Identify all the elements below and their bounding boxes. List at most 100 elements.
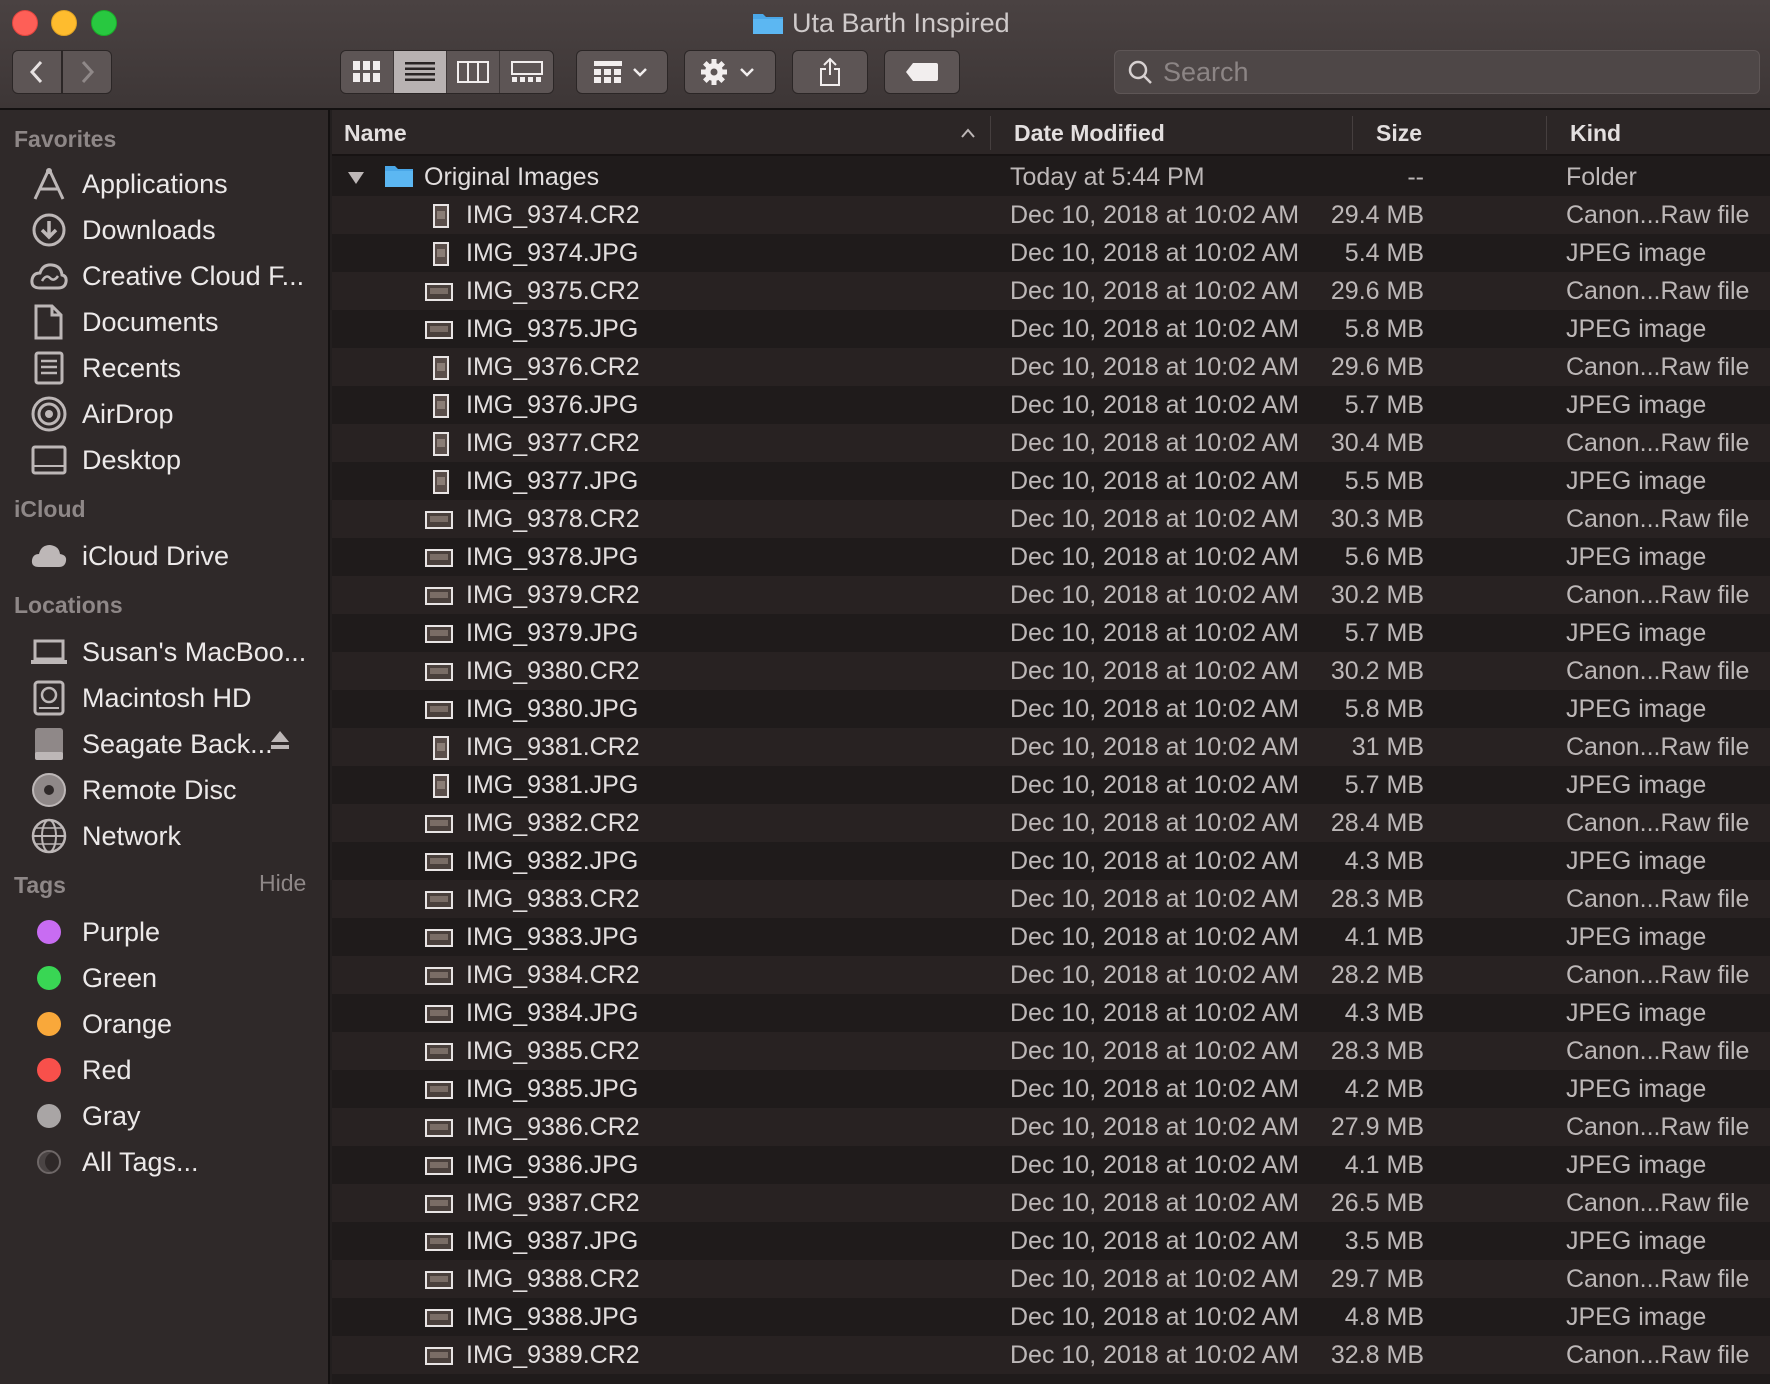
file-name: IMG_9378.CR2 (466, 505, 640, 533)
disc-icon (30, 771, 68, 809)
list-view-button[interactable] (394, 51, 447, 93)
file-row[interactable]: IMG_9380.CR2 Dec 10, 2018 at 10:02 AM 30.2… (332, 652, 1770, 690)
sidebar-item-macbook[interactable]: Susan's MacBoo... (30, 630, 320, 674)
folder-icon (752, 11, 784, 35)
file-row[interactable]: IMG_9381.JPG Dec 10, 2018 at 10:02 AM 5.7 … (332, 766, 1770, 804)
file-row[interactable]: IMG_9384.JPG Dec 10, 2018 at 10:02 AM 4.3 … (332, 994, 1770, 1032)
column-header-kind[interactable]: Kind (1570, 110, 1621, 156)
file-name: IMG_9384.JPG (466, 999, 639, 1027)
file-row[interactable]: IMG_9385.JPG Dec 10, 2018 at 10:02 AM 4.2 … (332, 1070, 1770, 1108)
group-by-button[interactable] (576, 50, 668, 94)
sidebar-item-documents[interactable]: Documents (30, 300, 320, 344)
file-row[interactable]: IMG_9374.JPG Dec 10, 2018 at 10:02 AM 5.4 … (332, 234, 1770, 272)
sidebar-item-label: Gray (82, 1100, 141, 1131)
image-portrait-thumbnail-icon (433, 470, 449, 494)
sidebar-item-creative-cloud[interactable]: Creative Cloud F... (30, 254, 320, 298)
file-row[interactable]: IMG_9383.CR2 Dec 10, 2018 at 10:02 AM 28.3… (332, 880, 1770, 918)
file-row[interactable]: IMG_9384.CR2 Dec 10, 2018 at 10:02 AM 28.2… (332, 956, 1770, 994)
sidebar-tag-all-tags[interactable]: All Tags... (30, 1140, 320, 1184)
file-row[interactable]: IMG_9379.JPG Dec 10, 2018 at 10:02 AM 5.7 … (332, 614, 1770, 652)
eject-icon[interactable] (270, 730, 290, 752)
file-row[interactable]: IMG_9382.JPG Dec 10, 2018 at 10:02 AM 4.3 … (332, 842, 1770, 880)
folder-row[interactable]: Original Images Today at 5:44 PM -- Fold… (332, 158, 1770, 196)
sidebar-tag-red[interactable]: Red (30, 1048, 320, 1092)
minimize-window-button[interactable] (51, 10, 77, 36)
back-button[interactable] (12, 50, 62, 94)
sidebar-item-remote-disc[interactable]: Remote Disc (30, 768, 320, 812)
forward-button[interactable] (62, 50, 112, 94)
file-row[interactable]: IMG_9374.CR2 Dec 10, 2018 at 10:02 AM 29.4… (332, 196, 1770, 234)
file-size: 5.8 MB (1344, 695, 1424, 723)
close-window-button[interactable] (12, 10, 38, 36)
file-row[interactable]: IMG_9386.JPG Dec 10, 2018 at 10:02 AM 4.1 … (332, 1146, 1770, 1184)
columns-icon (457, 61, 489, 83)
sidebar-tag-orange[interactable]: Orange (30, 1002, 320, 1046)
column-header-size[interactable]: Size (1376, 110, 1422, 156)
file-row[interactable]: IMG_9387.JPG Dec 10, 2018 at 10:02 AM 3.5 … (332, 1222, 1770, 1260)
file-row[interactable]: IMG_9389.CR2 Dec 10, 2018 at 10:02 AM 32.8… (332, 1336, 1770, 1374)
file-row[interactable]: IMG_9377.JPG Dec 10, 2018 at 10:02 AM 5.5 … (332, 462, 1770, 500)
file-name: IMG_9376.JPG (466, 391, 639, 419)
file-row[interactable]: IMG_9388.JPG Dec 10, 2018 at 10:02 AM 4.8 … (332, 1298, 1770, 1336)
file-size: 4.2 MB (1344, 1075, 1424, 1103)
zoom-window-button[interactable] (91, 10, 117, 36)
column-header-date[interactable]: Date Modified (1014, 110, 1165, 156)
search-input[interactable] (1163, 56, 1723, 88)
sidebar-item-network[interactable]: Network (30, 814, 320, 858)
gallery-view-button[interactable] (500, 51, 553, 93)
file-row[interactable]: IMG_9387.CR2 Dec 10, 2018 at 10:02 AM 26.5… (332, 1184, 1770, 1222)
file-size: 4.3 MB (1344, 999, 1424, 1027)
file-row[interactable]: IMG_9376.CR2 Dec 10, 2018 at 10:02 AM 29.6… (332, 348, 1770, 386)
action-menu-button[interactable] (684, 50, 776, 94)
file-row[interactable]: IMG_9381.CR2 Dec 10, 2018 at 10:02 AM 31 M… (332, 728, 1770, 766)
file-size: 27.9 MB (1330, 1113, 1424, 1141)
hide-tags-button[interactable]: Hide (259, 870, 306, 897)
sidebar-item-macintosh-hd[interactable]: Macintosh HD (30, 676, 320, 720)
file-row[interactable]: IMG_9377.CR2 Dec 10, 2018 at 10:02 AM 30.4… (332, 424, 1770, 462)
file-row[interactable]: IMG_9380.JPG Dec 10, 2018 at 10:02 AM 5.8 … (332, 690, 1770, 728)
sidebar-item-recents[interactable]: Recents (30, 346, 320, 390)
sort-ascending-icon (961, 128, 975, 138)
search-field[interactable] (1114, 50, 1760, 94)
file-row[interactable]: IMG_9386.CR2 Dec 10, 2018 at 10:02 AM 27.9… (332, 1108, 1770, 1146)
file-row[interactable]: IMG_9375.JPG Dec 10, 2018 at 10:02 AM 5.8 … (332, 310, 1770, 348)
sidebar-item-desktop[interactable]: Desktop (30, 438, 320, 482)
sidebar-item-seagate[interactable]: Seagate Back... (30, 722, 320, 766)
file-row[interactable]: IMG_9382.CR2 Dec 10, 2018 at 10:02 AM 28.4… (332, 804, 1770, 842)
disclosure-triangle-icon[interactable] (346, 170, 366, 186)
icon-view-button[interactable] (341, 51, 394, 93)
file-name: IMG_9383.CR2 (466, 885, 640, 913)
edit-tags-button[interactable] (884, 50, 960, 94)
file-row[interactable]: IMG_9376.JPG Dec 10, 2018 at 10:02 AM 5.7 … (332, 386, 1770, 424)
sidebar-tag-green[interactable]: Green (30, 956, 320, 1000)
file-row[interactable]: IMG_9388.CR2 Dec 10, 2018 at 10:02 AM 29.7… (332, 1260, 1770, 1298)
sidebar-tag-purple[interactable]: Purple (30, 910, 320, 954)
column-divider[interactable] (1352, 116, 1353, 150)
file-kind: JPEG image (1566, 999, 1707, 1027)
file-size: 4.3 MB (1344, 847, 1424, 875)
column-header-name[interactable]: Name (344, 110, 407, 156)
file-date: Today at 5:44 PM (1010, 163, 1205, 191)
file-row[interactable]: IMG_9375.CR2 Dec 10, 2018 at 10:02 AM 29.6… (332, 272, 1770, 310)
sidebar-item-airdrop[interactable]: AirDrop (30, 392, 320, 436)
sidebar-item-downloads[interactable]: Downloads (30, 208, 320, 252)
sidebar-item-label: AirDrop (82, 398, 174, 429)
file-size: 32.8 MB (1330, 1341, 1424, 1369)
file-row[interactable]: IMG_9383.JPG Dec 10, 2018 at 10:02 AM 4.1 … (332, 918, 1770, 956)
column-view-button[interactable] (447, 51, 500, 93)
file-row[interactable]: IMG_9385.CR2 Dec 10, 2018 at 10:02 AM 28.3… (332, 1032, 1770, 1070)
sidebar-item-applications[interactable]: Applications (30, 162, 320, 206)
sidebar-heading-icloud: iCloud (14, 496, 86, 522)
column-divider[interactable] (990, 116, 991, 150)
window-title-text: Uta Barth Inspired (792, 7, 1010, 38)
column-header-divider[interactable] (1546, 116, 1547, 150)
gallery-icon (510, 61, 543, 82)
file-kind: JPEG image (1566, 771, 1707, 799)
image-landscape-thumbnail-icon (425, 1309, 453, 1327)
file-row[interactable]: IMG_9378.JPG Dec 10, 2018 at 10:02 AM 5.6 … (332, 538, 1770, 576)
file-row[interactable]: IMG_9378.CR2 Dec 10, 2018 at 10:02 AM 30.3… (332, 500, 1770, 538)
share-button[interactable] (792, 50, 868, 94)
sidebar-item-icloud-drive[interactable]: iCloud Drive (30, 534, 320, 578)
sidebar-tag-gray[interactable]: Gray (30, 1094, 320, 1138)
file-row[interactable]: IMG_9379.CR2 Dec 10, 2018 at 10:02 AM 30.2… (332, 576, 1770, 614)
